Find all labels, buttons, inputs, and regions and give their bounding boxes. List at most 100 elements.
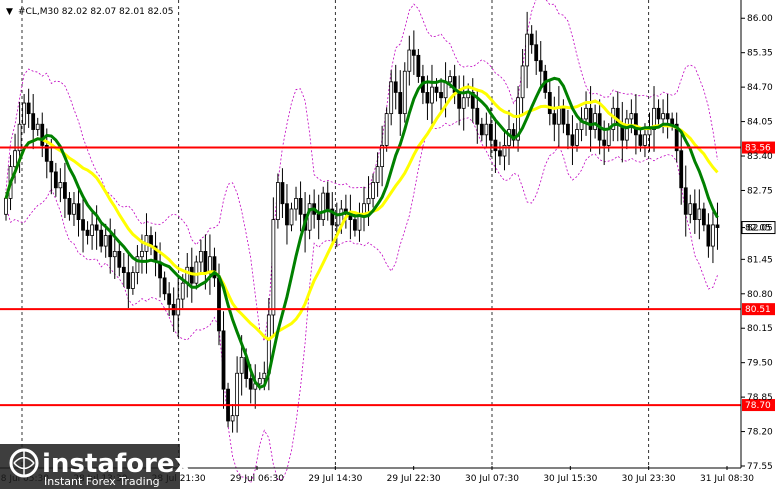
candle-body [285, 203, 289, 226]
time-tick-label: 29 Jul 22:30 [387, 474, 441, 484]
symbol-marker-icon[interactable]: ▼ [6, 7, 13, 17]
candle-body [593, 113, 598, 130]
candle-body [67, 198, 72, 215]
candle-body [235, 372, 240, 417]
candle-body [316, 213, 321, 221]
candle-body [488, 123, 493, 141]
candle-body [22, 102, 27, 125]
candle-body [366, 198, 371, 205]
candle-body [416, 54, 421, 77]
candle-body [371, 182, 375, 199]
candle-body [670, 118, 675, 125]
candle-body [688, 203, 693, 215]
candle-body [461, 97, 466, 109]
price-tick-label: 80.80 [747, 290, 773, 300]
candle-body [697, 208, 702, 221]
candle-body [375, 166, 380, 183]
candle-body [439, 92, 443, 99]
candle-body [570, 134, 575, 146]
candle-body [633, 113, 638, 136]
candle-body [534, 44, 539, 62]
candle-body [112, 250, 117, 258]
candle-body [711, 224, 715, 247]
candle-body [389, 81, 394, 115]
price-tick-label: 81.45 [747, 255, 773, 265]
candle-body [289, 208, 294, 226]
candle-body [58, 182, 63, 189]
candle-body [448, 76, 453, 83]
candle-body [430, 86, 434, 104]
time-tick-label: 31 Jul 08:30 [700, 474, 754, 484]
candle-body [384, 113, 389, 146]
candle-body [49, 160, 54, 173]
candle-body [198, 250, 203, 263]
symbol-title: #CL,M30 82.02 82.07 82.01 82.05 [18, 7, 173, 17]
candle-body [484, 123, 489, 136]
chart-title: ▼ #CL,M30 82.02 82.07 82.01 82.05 [6, 7, 173, 17]
candle-body [493, 139, 498, 152]
candle-body [629, 113, 634, 120]
candle-body [99, 229, 104, 247]
candle-body [407, 49, 412, 72]
candle-body [411, 49, 416, 56]
candle-body [140, 250, 144, 258]
price-chart: 83.5680.5178.7082.05 86.0085.3584.7084.0… [0, 0, 781, 489]
candle-body [262, 372, 267, 379]
candle-body [103, 235, 108, 247]
candle-body [325, 192, 330, 210]
candle-body [529, 33, 534, 46]
price-tick-label: 79.50 [747, 359, 773, 369]
time-tick-label: 30 Jul 23:30 [622, 474, 676, 484]
candle-body [76, 203, 81, 221]
candle-body [665, 113, 670, 120]
candle-body [479, 123, 484, 136]
candle-body [656, 107, 661, 120]
candle-body [715, 224, 720, 228]
price-tick-label: 77.55 [747, 462, 773, 472]
candle-body [40, 123, 45, 146]
candle-body [661, 113, 665, 120]
candle-body [380, 145, 385, 168]
logo-tagline: Instant Forex Trading [44, 475, 160, 488]
candle-body [221, 330, 226, 390]
candle-body [556, 107, 561, 125]
price-tick-label: 80.15 [747, 324, 773, 334]
candle-body [121, 266, 126, 273]
candle-body [117, 250, 122, 268]
price-tick-label: 78.85 [747, 393, 773, 403]
candle-body [575, 129, 579, 146]
price-tick-label: 86.00 [747, 14, 773, 24]
candle-body [203, 250, 208, 273]
candle-body [294, 198, 298, 210]
candle-body [402, 70, 407, 115]
candle-body [94, 224, 99, 231]
candle-body [538, 60, 543, 72]
candle-body [180, 282, 185, 300]
candle-body [498, 150, 502, 157]
candle-body [679, 150, 684, 189]
time-tick-label: 30 Jul 07:30 [465, 474, 519, 484]
candle-body [683, 187, 688, 215]
candle-body [393, 81, 398, 93]
candle-body [271, 219, 276, 316]
price-tick-label: 83.40 [747, 152, 773, 162]
candle-body [334, 224, 339, 227]
candle-body [457, 92, 462, 109]
candle-body [701, 208, 706, 226]
price-tick-label: 85.35 [747, 49, 773, 59]
candle-body [547, 92, 552, 115]
candle-body [321, 192, 326, 221]
candle-body [298, 198, 303, 215]
candle-body [217, 277, 221, 332]
candle-body [162, 277, 167, 295]
candle-body [552, 113, 557, 125]
time-tick-label: 29 Jul 06:30 [230, 474, 284, 484]
price-tick-label: 84.05 [747, 118, 773, 128]
candle-body [525, 33, 530, 67]
candle-body [126, 272, 131, 289]
candle-body [248, 378, 253, 390]
watermark-logo: instaforex Instant Forex Trading [0, 444, 192, 489]
candle-body [520, 65, 525, 99]
time-tick-label: 29 Jul 14:30 [308, 474, 362, 484]
time-tick-label: 30 Jul 15:30 [543, 474, 597, 484]
